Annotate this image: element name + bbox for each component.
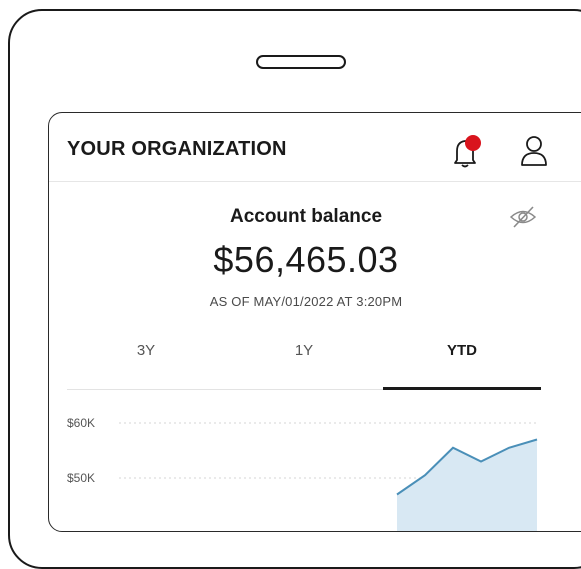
notification-badge — [465, 135, 481, 151]
period-tabs: 3Y 1Y YTD — [67, 339, 541, 390]
bell-icon — [447, 133, 487, 171]
profile-button[interactable] — [519, 135, 549, 167]
balance-timestamp: AS OF MAY/01/2022 AT 3:20PM — [49, 294, 563, 309]
y-tick-label: $60K — [67, 416, 95, 430]
user-icon — [519, 135, 549, 167]
app-screen: YOUR ORGANIZATION Account balance $56,46… — [48, 112, 581, 532]
tab-ytd[interactable]: YTD — [383, 339, 541, 389]
balance-chart: $60K $50K — [49, 403, 563, 532]
tab-3y[interactable]: 3Y — [67, 339, 225, 389]
organization-title: YOUR ORGANIZATION — [67, 138, 287, 161]
account-balance-label: Account balance — [49, 206, 563, 228]
balance-area — [397, 440, 537, 533]
notifications-button[interactable] — [447, 133, 487, 171]
hide-balance-button[interactable] — [509, 205, 537, 229]
eye-slash-icon — [509, 205, 537, 229]
account-balance-amount: $56,465.03 — [49, 239, 563, 281]
tab-1y[interactable]: 1Y — [225, 339, 383, 389]
phone-speaker — [256, 55, 346, 69]
app-header: YOUR ORGANIZATION — [49, 113, 581, 182]
